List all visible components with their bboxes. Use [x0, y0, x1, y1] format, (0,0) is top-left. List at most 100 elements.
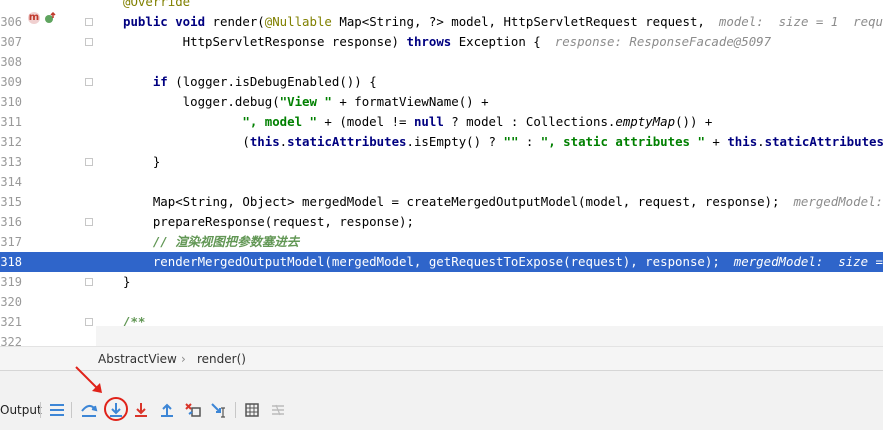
fold-marker-icon[interactable] [85, 218, 93, 226]
code-line[interactable]: 308 [0, 52, 883, 72]
code-line[interactable]: 309 if (logger.isDebugEnabled()) { [0, 72, 883, 92]
evaluate-expression-icon[interactable] [242, 400, 262, 420]
code-text: Map<String, Object> mergedModel = create… [123, 192, 883, 212]
code-token: throws [406, 34, 459, 49]
line-number[interactable] [0, 0, 22, 12]
code-line[interactable]: 316 prepareResponse(request, response); [0, 212, 883, 232]
code-line[interactable]: 311 ", model " + (model != null ? model … [0, 112, 883, 132]
code-token: . [757, 134, 765, 149]
line-number[interactable]: 306 [0, 12, 22, 32]
line-number[interactable]: 318 [0, 252, 22, 272]
run-to-cursor-icon[interactable] [209, 400, 229, 420]
line-number[interactable]: 308 [0, 52, 22, 72]
code-token: "View " [279, 94, 332, 109]
code-token: // 渲染视图把参数塞进去 [152, 234, 300, 249]
line-number[interactable]: 314 [0, 172, 22, 192]
code-token: : [518, 134, 541, 149]
code-text: HttpServletResponse response) throws Exc… [123, 32, 771, 52]
code-line[interactable]: 317 // 渲染视图把参数塞进去 [0, 232, 883, 252]
line-number[interactable]: 315 [0, 192, 22, 212]
annotation-arrow [75, 366, 102, 393]
line-number[interactable]: 320 [0, 292, 22, 312]
toolbar-separator [235, 402, 236, 418]
fold-marker-icon[interactable] [85, 78, 93, 86]
code-token: render( [212, 14, 265, 29]
code-token: + (model != [316, 114, 414, 129]
line-number[interactable]: 307 [0, 32, 22, 52]
code-text: } [123, 272, 130, 292]
fold-marker-icon[interactable] [85, 318, 93, 326]
code-token: ()) + [675, 114, 713, 129]
code-token: HttpServletResponse response) [123, 34, 407, 49]
code-token: null [413, 114, 444, 129]
code-token: Exception { [458, 34, 541, 49]
line-number[interactable]: 309 [0, 72, 22, 92]
code-token: staticAttributes [287, 134, 407, 149]
code-token: "" [503, 134, 519, 149]
annotation-circle [104, 397, 128, 421]
code-line[interactable]: 320 [0, 292, 883, 312]
fold-marker-icon[interactable] [85, 158, 93, 166]
line-number[interactable]: 313 [0, 152, 22, 172]
code-text: logger.debug("View " + formatViewName() … [123, 92, 489, 112]
force-step-into-icon[interactable] [131, 400, 151, 420]
code-token: ? model : Collections. [443, 114, 616, 129]
code-token: @Nullable [264, 14, 340, 29]
inline-debug-value: mergedModel: size = 1 rec [733, 254, 883, 269]
code-token: ( [123, 134, 250, 149]
output-tab-label[interactable]: Output [0, 401, 42, 419]
breadcrumb-method[interactable]: render() [197, 351, 246, 367]
code-line[interactable]: 312 (this.staticAttributes.isEmpty() ? "… [0, 132, 883, 152]
method-marker-icon[interactable]: m [28, 12, 40, 24]
current-execution-line[interactable]: 318 renderMergedOutputModel(mergedModel,… [0, 252, 883, 272]
code-token: logger.debug( [123, 94, 280, 109]
code-text: @Override [123, 0, 190, 12]
line-number[interactable]: 312 [0, 132, 22, 152]
inline-debug-value: mergedModel: size [793, 194, 883, 209]
code-token: .isEmpty() ? [406, 134, 504, 149]
trace-current-stream-icon[interactable] [268, 400, 288, 420]
toolbar-separator [71, 402, 72, 418]
code-line[interactable]: 314 [0, 172, 883, 192]
line-number[interactable]: 319 [0, 272, 22, 292]
code-line[interactable]: 313 } [0, 152, 883, 172]
breadcrumb-separator: › [181, 352, 186, 366]
drop-frame-icon[interactable] [183, 400, 203, 420]
code-token: Map<String, Object> mergedModel = create… [123, 194, 780, 209]
line-number[interactable]: 322 [0, 332, 22, 346]
fold-marker-icon[interactable] [85, 18, 93, 26]
line-number[interactable]: 317 [0, 232, 22, 252]
code-line[interactable]: 319} [0, 272, 883, 292]
code-text: renderMergedOutputModel(mergedModel, get… [123, 252, 883, 272]
code-editor[interactable]: @Override 306 public void render(@Nullable… [0, 0, 883, 346]
line-number[interactable]: 310 [0, 92, 22, 112]
step-over-icon[interactable] [79, 400, 99, 420]
code-token: this [727, 134, 758, 149]
fold-marker-icon[interactable] [85, 38, 93, 46]
line-number[interactable]: 321 [0, 312, 22, 332]
code-text: if (logger.isDebugEnabled()) { [123, 72, 377, 92]
code-line[interactable]: 315 Map<String, Object> mergedModel = cr… [0, 192, 883, 212]
code-token: } [123, 274, 131, 289]
show-execution-point-icon[interactable] [47, 400, 67, 420]
code-line[interactable]: 310 logger.debug("View " + formatViewNam… [0, 92, 883, 112]
line-number[interactable]: 316 [0, 212, 22, 232]
override-icon[interactable] [44, 11, 56, 24]
line-number[interactable]: 311 [0, 112, 22, 132]
code-token: (logger.isDebugEnabled()) { [175, 74, 377, 89]
step-out-icon[interactable] [157, 400, 177, 420]
javadoc-fold-region [96, 326, 883, 346]
code-line[interactable]: @Override [0, 0, 883, 12]
code-line[interactable]: 306 public void render(@Nullable Map<Stri… [0, 12, 883, 32]
code-text: ", model " + (model != null ? model : Co… [123, 112, 712, 132]
code-token: void [175, 14, 213, 29]
code-token: + formatViewName() + [331, 94, 489, 109]
code-text: } [123, 152, 160, 172]
code-token: staticAttributes [764, 134, 883, 149]
code-line[interactable]: 307 HttpServletResponse response) throws… [0, 32, 883, 52]
fold-marker-icon[interactable] [85, 278, 93, 286]
code-token: emptyMap [615, 114, 676, 129]
